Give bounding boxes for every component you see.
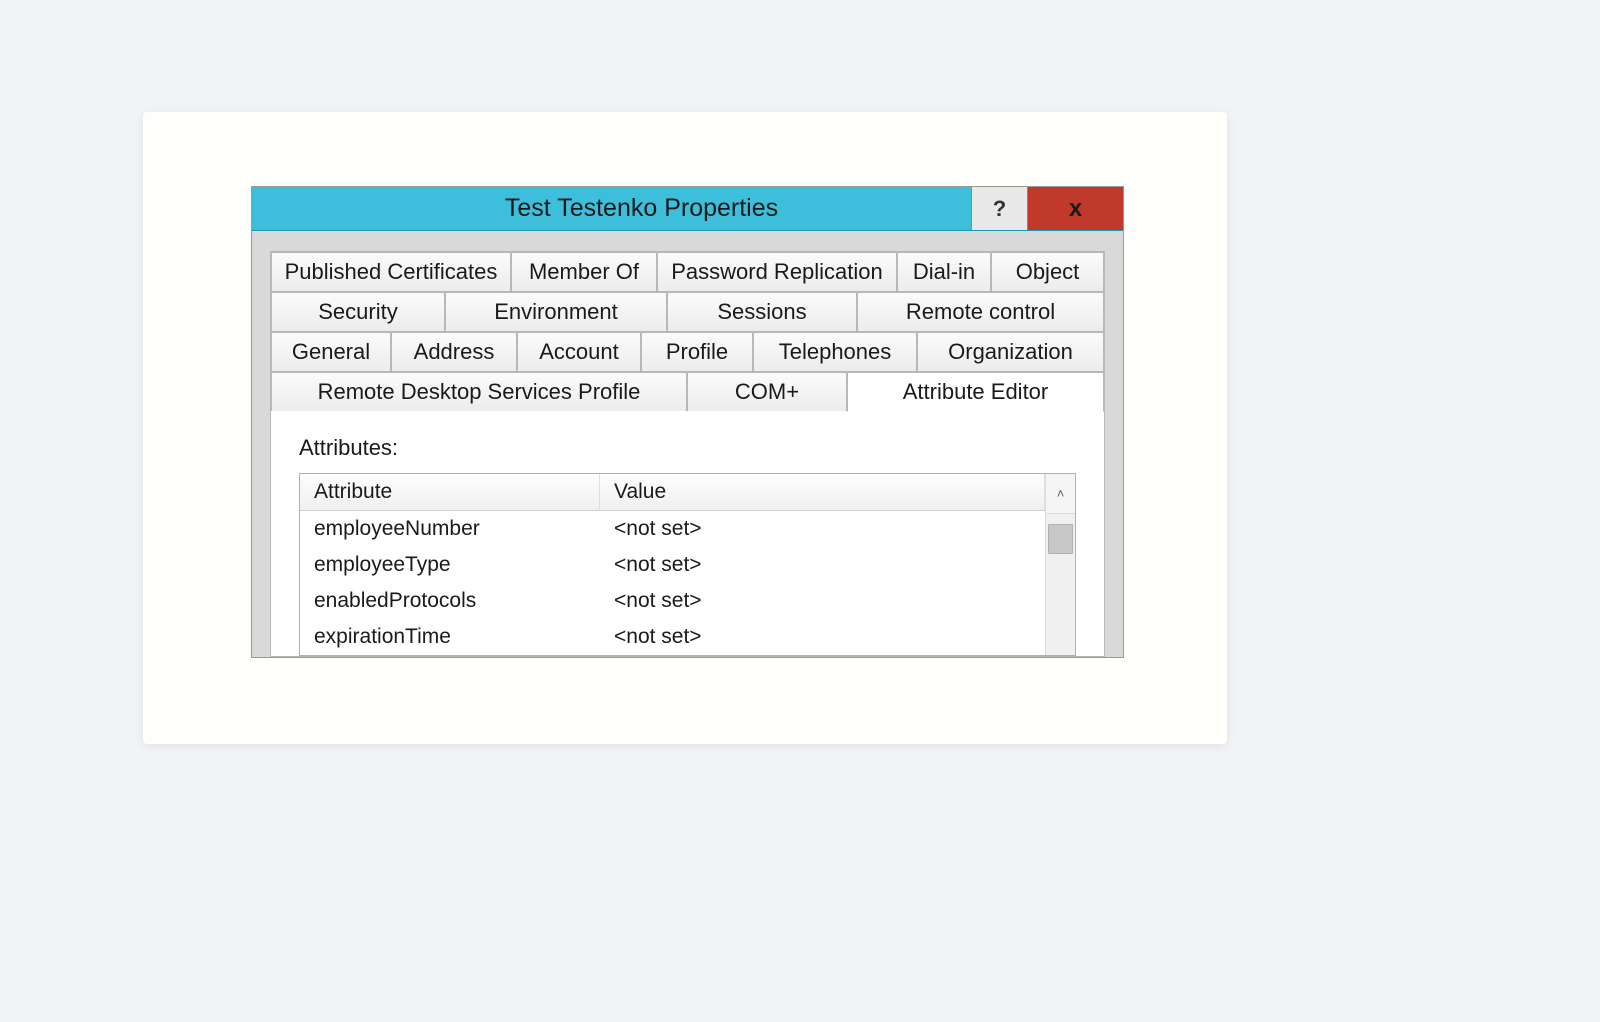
- tab-general[interactable]: General: [271, 332, 391, 372]
- tab-password-replication[interactable]: Password Replication: [657, 252, 897, 292]
- tab-published-certificates[interactable]: Published Certificates: [271, 252, 511, 292]
- tab-object[interactable]: Object: [991, 252, 1104, 292]
- attributes-listview: Attribute Value employeeNumber <not set>…: [299, 473, 1076, 656]
- tab-remote-desktop-services-profile[interactable]: Remote Desktop Services Profile: [271, 372, 687, 412]
- tab-organization[interactable]: Organization: [917, 332, 1104, 372]
- tab-attribute-editor[interactable]: Attribute Editor: [847, 372, 1104, 412]
- listview-header: Attribute Value: [300, 474, 1045, 511]
- column-header-value[interactable]: Value: [600, 474, 1045, 510]
- attribute-value: <not set>: [600, 585, 1045, 617]
- tab-content: Attributes: Attribute Value employeeNumb…: [271, 411, 1104, 656]
- table-row[interactable]: expirationTime <not set>: [300, 619, 1045, 655]
- attribute-name: employeeType: [300, 549, 600, 581]
- window-title: Test Testenko Properties: [252, 187, 971, 230]
- tab-environment[interactable]: Environment: [445, 292, 667, 332]
- attribute-name: employeeNumber: [300, 513, 600, 545]
- attributes-label: Attributes:: [299, 435, 1076, 461]
- tab-row: Remote Desktop Services Profile COM+ Att…: [271, 372, 1104, 412]
- tabs-rows: Published Certificates Member Of Passwor…: [271, 252, 1104, 412]
- close-button[interactable]: x: [1027, 187, 1123, 230]
- table-row[interactable]: employeeType <not set>: [300, 547, 1045, 583]
- attribute-value: <not set>: [600, 513, 1045, 545]
- properties-dialog: Test Testenko Properties ? x Published C…: [251, 186, 1124, 658]
- dialog-body: Published Certificates Member Of Passwor…: [252, 231, 1123, 657]
- tab-dial-in[interactable]: Dial-in: [897, 252, 991, 292]
- listview-body: employeeNumber <not set> employeeType <n…: [300, 511, 1045, 655]
- attribute-name: expirationTime: [300, 621, 600, 653]
- tab-profile[interactable]: Profile: [641, 332, 753, 372]
- table-row[interactable]: enabledProtocols <not set>: [300, 583, 1045, 619]
- tabs-area: Published Certificates Member Of Passwor…: [270, 251, 1105, 657]
- attributes-main: Attribute Value employeeNumber <not set>…: [300, 474, 1045, 655]
- tab-security[interactable]: Security: [271, 292, 445, 332]
- tab-remote-control[interactable]: Remote control: [857, 292, 1104, 332]
- attribute-value: <not set>: [600, 621, 1045, 653]
- tab-row: Published Certificates Member Of Passwor…: [271, 252, 1104, 292]
- scroll-track[interactable]: [1046, 514, 1075, 655]
- scroll-thumb[interactable]: [1048, 524, 1073, 554]
- table-row[interactable]: employeeNumber <not set>: [300, 511, 1045, 547]
- tab-com-plus[interactable]: COM+: [687, 372, 847, 412]
- card-container: Test Testenko Properties ? x Published C…: [143, 112, 1227, 744]
- column-header-attribute[interactable]: Attribute: [300, 474, 600, 510]
- tab-address[interactable]: Address: [391, 332, 517, 372]
- scrollbar-vertical[interactable]: ˄: [1045, 474, 1075, 655]
- tab-row: Security Environment Sessions Remote con…: [271, 292, 1104, 332]
- tab-sessions[interactable]: Sessions: [667, 292, 857, 332]
- attribute-name: enabledProtocols: [300, 585, 600, 617]
- titlebar-buttons: ? x: [971, 187, 1123, 230]
- attribute-value: <not set>: [600, 549, 1045, 581]
- tab-row: General Address Account Profile Telephon…: [271, 332, 1104, 372]
- tab-member-of[interactable]: Member Of: [511, 252, 657, 292]
- scroll-up-arrow-icon[interactable]: ˄: [1046, 474, 1075, 514]
- tab-telephones[interactable]: Telephones: [753, 332, 917, 372]
- titlebar: Test Testenko Properties ? x: [252, 187, 1123, 231]
- help-button[interactable]: ?: [971, 187, 1027, 230]
- tab-account[interactable]: Account: [517, 332, 641, 372]
